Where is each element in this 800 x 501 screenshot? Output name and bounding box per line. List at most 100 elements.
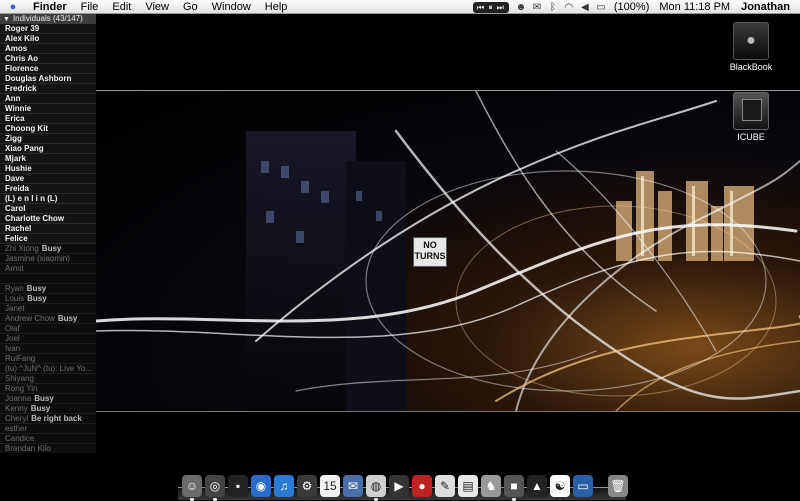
dvd-player-icon[interactable]: ◍: [366, 475, 386, 501]
finder-icon[interactable]: ☺: [182, 475, 202, 501]
group-title: Individuals (43/147): [12, 14, 83, 23]
contact-name: Andrew Chow: [5, 314, 55, 323]
chess-icon[interactable]: ♞: [481, 475, 501, 497]
contact-online[interactable]: Ann: [0, 94, 96, 104]
textedit-icon[interactable]: ✎: [435, 475, 455, 497]
contact-offline[interactable]: Louis Busy: [0, 294, 96, 304]
contact-online[interactable]: Amos: [0, 44, 96, 54]
apple-icon[interactable]: ●: [0, 1, 26, 13]
desktop-icon-label: ICUBE: [737, 132, 765, 142]
cube-app-icon[interactable]: ■: [504, 475, 524, 501]
contact-offline[interactable]: Olaf: [0, 324, 96, 334]
contact-online[interactable]: Felice: [0, 234, 96, 244]
trash-icon[interactable]: 🗑: [608, 475, 628, 497]
contact-offline[interactable]: Ryan Busy: [0, 284, 96, 294]
menu-edit[interactable]: Edit: [105, 0, 138, 14]
desktop-icon-icube[interactable]: ICUBE: [721, 92, 781, 142]
contact-online[interactable]: Freida: [0, 184, 96, 194]
contact-online[interactable]: (L) e n l i n (L): [0, 194, 96, 204]
contact-offline[interactable]: [0, 274, 96, 284]
wifi-icon[interactable]: ◠: [563, 2, 575, 13]
contact-offline[interactable]: RuiFang: [0, 354, 96, 364]
contact-offline[interactable]: Zhi Xiong Busy: [0, 244, 96, 254]
menu-help[interactable]: Help: [258, 0, 295, 14]
contact-offline[interactable]: Joanna Busy: [0, 394, 96, 404]
contact-online[interactable]: Choong Kit: [0, 124, 96, 134]
contact-name: RuiFang: [5, 354, 36, 363]
alien-icon[interactable]: ☻: [515, 2, 527, 13]
clock[interactable]: Mon 11:18 PM: [654, 0, 735, 14]
contact-name: (tu) ^JuN^ (tu): Live Yo...: [5, 364, 93, 373]
contact-online[interactable]: Xiao Pang: [0, 144, 96, 154]
contact-name: Shiyang: [5, 374, 34, 383]
contact-online[interactable]: Hushie: [0, 164, 96, 174]
itunes-icon[interactable]: ♫: [274, 475, 294, 497]
contact-online[interactable]: Fredrick: [0, 84, 96, 94]
contact-offline[interactable]: Joel: [0, 334, 96, 344]
dock: ☺ ◎ ▪ ◉ ♫ ⚙ 15 ✉ ◍ ▶ ● ✎ ▤ ♞ ■ ▲ ☯ ▭ 🗑: [178, 468, 628, 501]
contact-name: Janet: [5, 304, 25, 313]
desktop-icon-label: BlackBook: [729, 62, 773, 72]
menu-file[interactable]: File: [74, 0, 106, 14]
desktop-icon-blackbook[interactable]: ● BlackBook: [721, 22, 781, 72]
contact-online[interactable]: Zigg: [0, 134, 96, 144]
group-header[interactable]: ▼ Individuals (43/147): [0, 14, 96, 24]
dashboard-icon[interactable]: ◎: [205, 475, 225, 501]
contact-offline[interactable]: Brendan Kilo: [0, 444, 96, 453]
contact-online[interactable]: Mjark: [0, 154, 96, 164]
contact-status: Busy: [30, 404, 51, 413]
user-menu[interactable]: Jonathan: [735, 1, 800, 13]
contact-offline[interactable]: Kenny Busy: [0, 404, 96, 414]
menu-window[interactable]: Window: [205, 0, 258, 14]
contact-online[interactable]: Winnie: [0, 104, 96, 114]
system-preferences-icon[interactable]: ⚙: [297, 475, 317, 497]
contact-name: Brendan Kilo: [5, 444, 51, 453]
contact-list: ▼ Individuals (43/147) Roger 39 Alex Kilo A…: [0, 14, 96, 453]
volume-icon[interactable]: ◀: [579, 2, 591, 13]
photo-booth-icon[interactable]: ●: [412, 475, 432, 497]
menu-view[interactable]: View: [138, 0, 176, 14]
contact-offline[interactable]: Shiyang: [0, 374, 96, 384]
contact-name: Joel: [5, 334, 20, 343]
front-row-icon[interactable]: ▶: [389, 475, 409, 497]
contact-online[interactable]: Charlotte Chow: [0, 214, 96, 224]
mail-status-icon[interactable]: ✉: [531, 2, 543, 13]
contact-offline[interactable]: (tu) ^JuN^ (tu): Live Yo...: [0, 364, 96, 374]
contact-online[interactable]: Erica: [0, 114, 96, 124]
bluetooth-icon[interactable]: ᛒ: [547, 2, 559, 13]
contact-offline[interactable]: Cheryl Be right back: [0, 414, 96, 424]
ical-icon[interactable]: 15: [320, 475, 340, 497]
contact-online[interactable]: Dave: [0, 174, 96, 184]
media-controls[interactable]: ⏮ ⏸ ⏭: [473, 1, 509, 13]
terminal-icon[interactable]: ▪: [228, 475, 248, 497]
menu-extras: ⏮ ⏸ ⏭ ☻ ✉ ᛒ ◠ ◀ ▭ (100%) Mon 11:18 PM Jo…: [469, 0, 800, 14]
contact-name: Olaf: [5, 324, 20, 333]
contact-offline[interactable]: Ivan: [0, 344, 96, 354]
contact-online[interactable]: Chris Ao: [0, 54, 96, 64]
contact-name: Candice: [5, 434, 35, 443]
safari-icon[interactable]: ◉: [251, 475, 271, 497]
contact-online[interactable]: Florence: [0, 64, 96, 74]
contact-offline[interactable]: Jasmine (xiaomin): [0, 254, 96, 264]
menu-app-name[interactable]: Finder: [26, 0, 74, 14]
menu-go[interactable]: Go: [176, 0, 205, 14]
battery-icon[interactable]: ▭: [595, 2, 607, 13]
contact-offline[interactable]: Armit: [0, 264, 96, 274]
contact-offline[interactable]: Rong Yin: [0, 384, 96, 394]
contact-offline[interactable]: Candice: [0, 434, 96, 444]
contact-online[interactable]: Douglas Ashborn: [0, 74, 96, 84]
stocks-icon[interactable]: ▲: [527, 475, 547, 497]
contact-online[interactable]: Carol: [0, 204, 96, 214]
battery-percentage[interactable]: (100%): [609, 0, 654, 14]
monitor-icon[interactable]: ▭: [573, 475, 593, 497]
preview-icon[interactable]: ▤: [458, 475, 478, 497]
contact-offline[interactable]: Janet: [0, 304, 96, 314]
yin-yang-icon[interactable]: ☯: [550, 475, 570, 497]
contact-online[interactable]: Rachel: [0, 224, 96, 234]
light-trails-artwork: [96, 91, 800, 411]
contact-online[interactable]: Alex Kilo: [0, 34, 96, 44]
contact-offline[interactable]: esther: [0, 424, 96, 434]
contact-offline[interactable]: Andrew Chow Busy: [0, 314, 96, 324]
mail-icon[interactable]: ✉: [343, 475, 363, 497]
contact-online[interactable]: Roger 39: [0, 24, 96, 34]
